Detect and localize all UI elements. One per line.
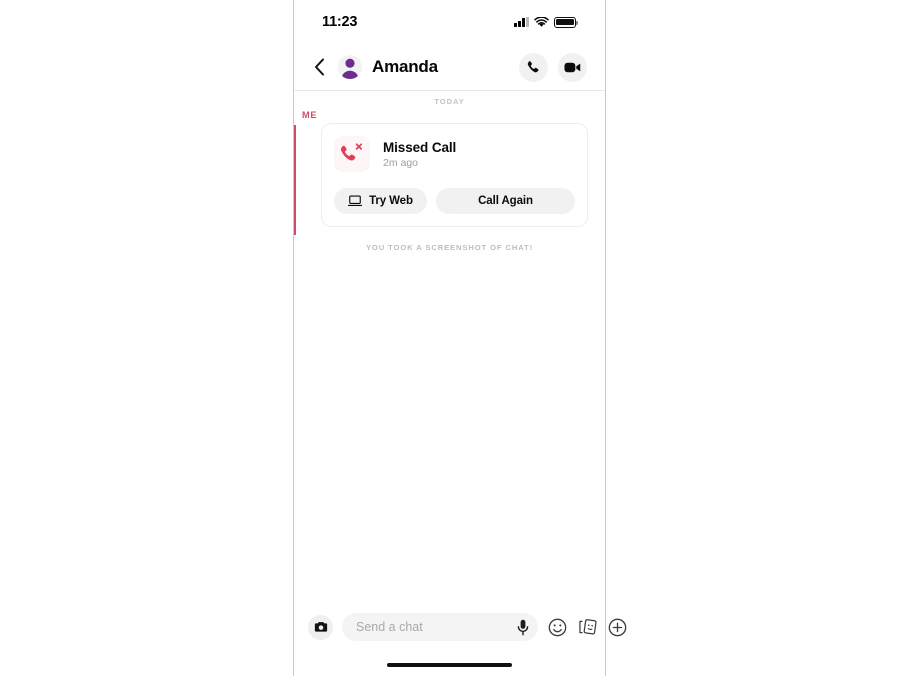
day-divider: TODAY <box>434 97 465 106</box>
laptop-icon <box>348 195 363 207</box>
missed-call-header: Missed Call 2m ago <box>334 136 575 172</box>
missed-call-icon <box>334 136 370 172</box>
phone-screen: 11:23 Amanda TODAY ME Missed Call 2m ago… <box>293 0 627 676</box>
phone-icon <box>527 60 539 72</box>
status-bar: 11:23 <box>294 0 605 44</box>
battery-icon <box>554 16 579 28</box>
sticker-cards-icon <box>578 619 597 635</box>
home-indicator[interactable] <box>387 663 512 667</box>
avatar[interactable] <box>338 55 362 79</box>
chat-header: Amanda <box>294 44 605 91</box>
call-action-buttons: Try Web Call Again <box>334 188 575 214</box>
chat-input-wrapper[interactable] <box>342 613 538 641</box>
wifi-icon <box>534 16 549 28</box>
emoji-button[interactable] <box>547 617 568 638</box>
signal-bars-icon <box>514 17 529 27</box>
microphone-button[interactable] <box>517 619 529 636</box>
call-again-button[interactable]: Call Again <box>436 188 575 214</box>
sticker-button[interactable] <box>577 617 598 638</box>
voice-call-button[interactable] <box>519 52 548 82</box>
missed-call-title: Missed Call <box>383 139 457 155</box>
sender-rail <box>294 125 296 235</box>
missed-call-card[interactable]: Missed Call 2m ago Try Web Call Again <box>321 123 588 227</box>
try-web-label: Try Web <box>369 195 413 207</box>
sender-label: ME <box>302 110 318 120</box>
call-again-label: Call Again <box>478 195 533 207</box>
back-button[interactable] <box>308 52 330 82</box>
missed-call-timestamp: 2m ago <box>383 156 419 169</box>
screenshot-notice: YOU TOOK A SCREENSHOT OF CHAT! <box>365 243 534 252</box>
header-actions <box>519 52 587 82</box>
conversation-area: TODAY ME Missed Call 2m ago Try Web Call… <box>294 91 605 600</box>
bitmoji-avatar-icon <box>341 58 359 79</box>
microphone-icon <box>517 619 529 635</box>
home-indicator-area <box>294 654 605 676</box>
video-call-button[interactable] <box>558 52 587 82</box>
camera-button[interactable] <box>308 614 333 640</box>
contact-name: Amanda <box>372 57 438 76</box>
try-web-button[interactable]: Try Web <box>334 188 427 214</box>
add-attachment-button[interactable] <box>607 617 628 638</box>
plus-circle-icon <box>608 618 627 636</box>
missed-call-text: Missed Call 2m ago <box>383 140 456 169</box>
chat-composer <box>294 600 627 654</box>
status-bar-time: 11:23 <box>322 14 358 30</box>
video-camera-icon <box>564 62 581 72</box>
chat-input[interactable] <box>356 620 517 634</box>
message-group-me: ME Missed Call 2m ago Try Web Call Again <box>294 110 605 235</box>
camera-icon <box>314 622 327 632</box>
status-bar-icons <box>514 16 579 28</box>
smiley-face-icon <box>548 618 567 636</box>
